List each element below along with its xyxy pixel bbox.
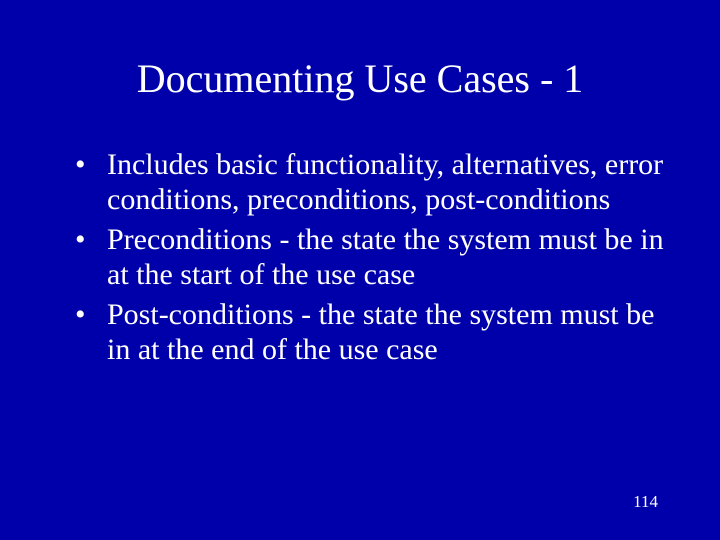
list-item: Includes basic functionality, alternativ… [75,147,665,218]
list-item: Preconditions - the state the system mus… [75,222,665,293]
bullet-list: Includes basic functionality, alternativ… [55,147,665,367]
list-item: Post-conditions - the state the system m… [75,297,665,368]
slide-container: Documenting Use Cases - 1 Includes basic… [0,0,720,540]
page-number: 114 [633,492,658,512]
slide-title: Documenting Use Cases - 1 [55,55,665,102]
